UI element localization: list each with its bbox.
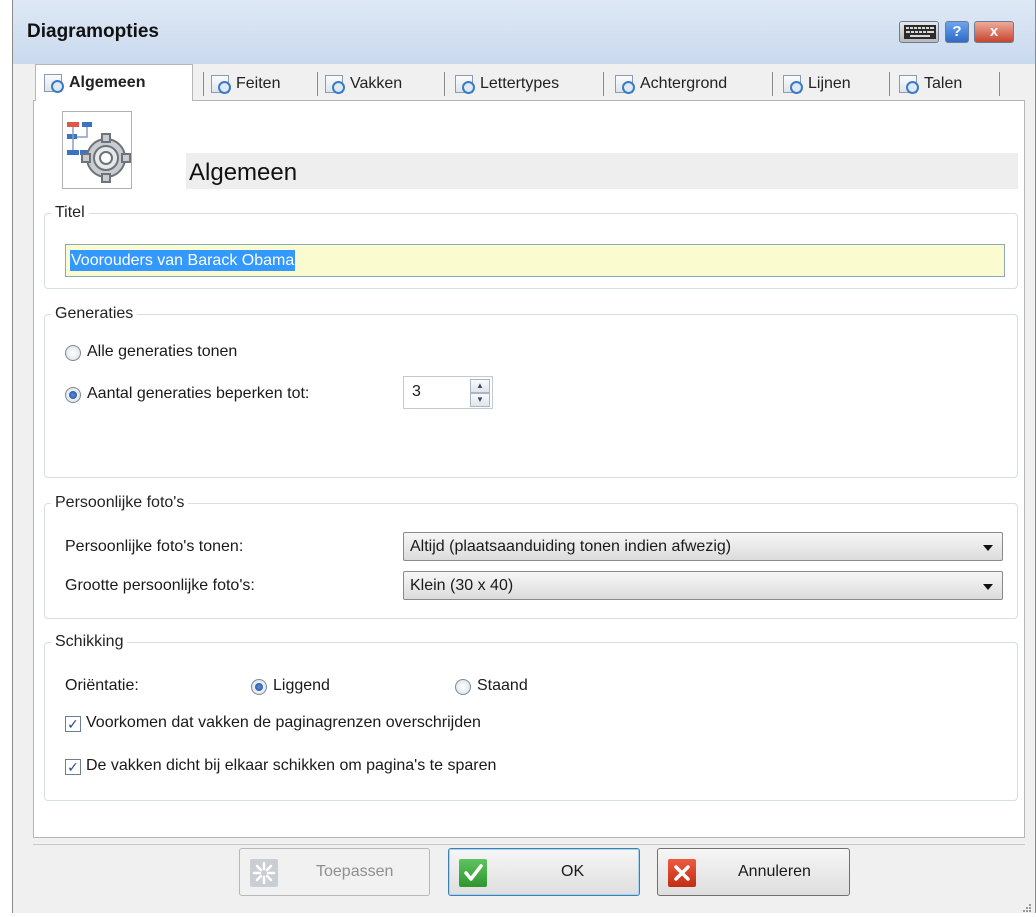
photos-group: Persoonlijke foto's Persoonlijke foto's … (44, 494, 1018, 619)
photo-size-value: Klein (30 x 40) (410, 577, 514, 594)
page-title: Algemeen (189, 159, 298, 186)
tab-label: Achtergrond (640, 75, 728, 92)
spinner-up-icon[interactable]: ▲ (470, 379, 490, 393)
arrangement-group: Schikking Oriëntatie: Liggend Staand ✓ V… (44, 633, 1018, 801)
tab-label: Vakken (350, 75, 403, 92)
lines-icon (783, 75, 803, 94)
tab-separator (603, 72, 604, 96)
tab-separator (317, 72, 318, 96)
landscape-radio[interactable] (251, 679, 267, 695)
ok-label: OK (561, 863, 585, 880)
boxes-icon (325, 75, 345, 94)
apply-label: Toepassen (316, 863, 394, 880)
dropdown-arrow-icon (983, 584, 993, 590)
apply-button[interactable]: Toepassen (239, 848, 430, 896)
tab-page-algemeen: Algemeen Titel Voorouders van Barack Oba… (33, 100, 1025, 838)
tab-lettertypes[interactable]: Lettertypes (455, 68, 559, 100)
general-settings-icon (44, 74, 64, 93)
dropdown-arrow-icon (983, 545, 993, 551)
resize-grip-icon[interactable] (1021, 899, 1031, 912)
tab-vakken[interactable]: Vakken (325, 68, 402, 100)
cancel-label: Annuleren (738, 863, 811, 880)
tab-separator (444, 72, 445, 96)
tab-label: Feiten (236, 75, 281, 92)
all-generations-radio[interactable] (65, 345, 81, 361)
diagram-settings-icon (62, 111, 132, 189)
tab-strip: Algemeen Feiten Vakken Lettertypes Achte… (33, 64, 1013, 101)
generations-legend: Generaties (51, 305, 138, 323)
keyboard-icon[interactable] (899, 21, 939, 43)
limit-generations-radio[interactable] (65, 387, 81, 403)
photos-legend: Persoonlijke foto's (51, 494, 189, 512)
checkmark-icon (459, 859, 487, 887)
close-button[interactable]: x (974, 21, 1014, 43)
tab-separator (889, 72, 890, 96)
title-group: Titel Voorouders van Barack Obama (44, 204, 1018, 289)
spinner-down-icon[interactable]: ▼ (470, 393, 490, 407)
background-icon (615, 75, 635, 94)
spinner-buttons: ▲ ▼ (470, 379, 490, 407)
show-photos-label: Persoonlijke foto's tonen: (65, 538, 244, 555)
tab-algemeen[interactable]: Algemeen (35, 64, 193, 101)
tab-lijnen[interactable]: Lijnen (783, 68, 851, 100)
arrangement-legend: Schikking (51, 633, 128, 651)
window-title: Diagramopties (27, 21, 159, 42)
title-bar: Diagramopties ? x (13, 0, 1035, 64)
generations-group: Generaties Alle generaties tonen Aantal … (44, 305, 1018, 478)
generations-spinner[interactable]: 3 ▲ ▼ (403, 376, 493, 409)
tab-separator (999, 72, 1000, 96)
tab-label: Lijnen (808, 75, 851, 92)
cancel-button[interactable]: Annuleren (657, 848, 850, 896)
footer-separator (33, 844, 1025, 845)
orientation-label: Oriëntatie: (65, 677, 139, 694)
apply-icon (250, 859, 278, 887)
limit-generations-label[interactable]: Aantal generaties beperken tot: (87, 385, 309, 403)
tab-separator (772, 72, 773, 96)
compact-boxes-checkbox[interactable]: ✓ (65, 759, 81, 775)
avoid-page-break-checkbox[interactable]: ✓ (65, 716, 81, 732)
landscape-label[interactable]: Liggend (273, 677, 330, 695)
portrait-radio[interactable] (455, 679, 471, 695)
languages-icon (899, 75, 919, 94)
chart-title-value: Voorouders van Barack Obama (70, 250, 296, 271)
tab-label: Talen (924, 75, 963, 92)
tab-feiten[interactable]: Feiten (211, 68, 280, 100)
tab-talen[interactable]: Talen (899, 68, 962, 100)
tab-label: Lettertypes (480, 75, 560, 92)
generations-value: 3 (412, 383, 421, 400)
ok-button[interactable]: OK (448, 848, 640, 896)
tab-label: Algemeen (69, 74, 146, 91)
help-button[interactable]: ? (945, 21, 969, 43)
fonts-icon (455, 75, 475, 94)
avoid-page-break-label[interactable]: Voorkomen dat vakken de paginagrenzen ov… (86, 714, 481, 732)
chart-title-input[interactable]: Voorouders van Barack Obama (65, 244, 1005, 277)
show-photos-value: Altijd (plaatsaanduiding tonen indien af… (410, 538, 732, 555)
portrait-label[interactable]: Staand (477, 677, 528, 695)
show-photos-dropdown[interactable]: Altijd (plaatsaanduiding tonen indien af… (403, 532, 1003, 561)
title-group-legend: Titel (51, 204, 89, 222)
facts-icon (211, 75, 231, 94)
page-header-bar (186, 153, 1018, 189)
tab-achtergrond[interactable]: Achtergrond (615, 68, 727, 100)
all-generations-label[interactable]: Alle generaties tonen (87, 343, 237, 361)
photo-size-label: Grootte persoonlijke foto's: (65, 577, 255, 594)
tab-separator (203, 72, 204, 96)
photo-size-dropdown[interactable]: Klein (30 x 40) (403, 571, 1003, 600)
dialog-window: Diagramopties ? x Algemeen Feiten Vakken… (12, 0, 1036, 913)
cancel-x-icon (668, 859, 696, 887)
compact-boxes-label[interactable]: De vakken dicht bij elkaar schikken om p… (86, 757, 496, 775)
